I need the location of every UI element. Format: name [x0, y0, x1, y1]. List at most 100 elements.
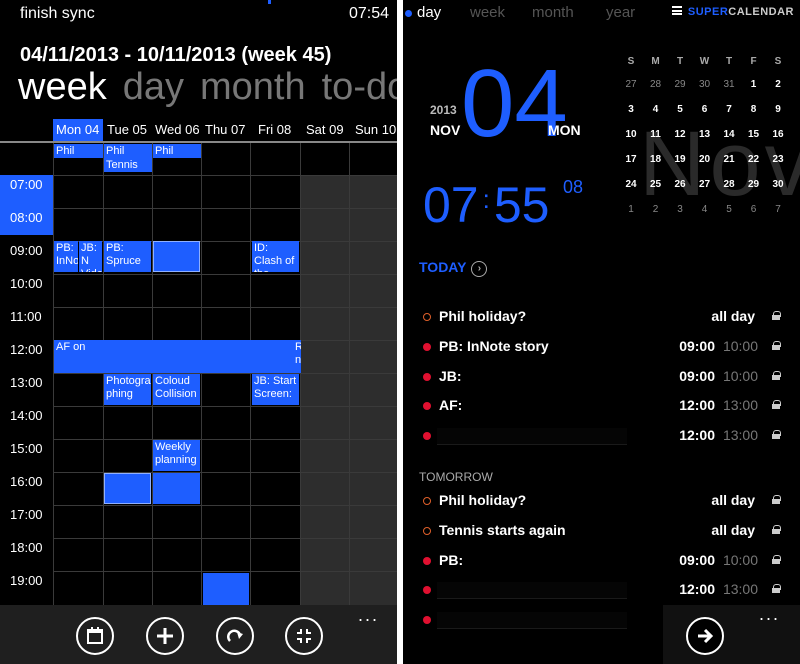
event-block[interactable]	[203, 573, 249, 605]
mini-calendar-day[interactable]: 7	[766, 200, 790, 220]
next-day-button[interactable]	[686, 617, 724, 655]
allday-ring-icon	[423, 526, 431, 535]
refresh-button[interactable]	[216, 617, 254, 655]
mini-calendar[interactable]: Nov S M T W T F S 27 28 29 30 31 1 2 3 4 5 6 7 8 9 10 11 12 13 14…	[619, 52, 800, 222]
agenda-item[interactable]: Phil holiday? all day	[403, 306, 800, 328]
hour-label: 15:00	[10, 441, 43, 456]
today-header[interactable]: TODAY ›	[419, 259, 488, 277]
fit-button[interactable]	[285, 617, 323, 655]
event-block[interactable]: Photogra phing	[104, 374, 151, 405]
mini-calendar-day[interactable]: 21	[717, 150, 741, 170]
mini-calendar-day[interactable]: 6	[742, 200, 766, 220]
lock-icon	[772, 554, 781, 564]
mini-calendar-day[interactable]: 1	[619, 200, 643, 220]
event-dot-icon	[423, 432, 431, 440]
mini-calendar-day[interactable]: 30	[693, 75, 717, 95]
mini-calendar-day[interactable]: 5	[668, 100, 692, 120]
event-block-right[interactable]: R n	[293, 340, 301, 373]
mini-calendar-day[interactable]: 27	[693, 175, 717, 195]
event-block[interactable]: JB: Start Screen:	[252, 374, 299, 405]
event-block[interactable]: PB: InNo	[54, 241, 78, 272]
day-header-thu[interactable]: Thu 07	[202, 119, 250, 141]
pivot-day[interactable]: day	[123, 66, 184, 108]
mini-calendar-weekday: T	[676, 56, 684, 67]
mini-calendar-weekday: M	[651, 56, 660, 67]
more-options[interactable]: ...	[759, 604, 780, 625]
mini-calendar-day[interactable]: 14	[717, 125, 741, 145]
mini-calendar-day[interactable]: 18	[644, 150, 668, 170]
mini-calendar-day[interactable]: 29	[742, 175, 766, 195]
event-block[interactable]: JB: N Vide	[79, 241, 102, 272]
pivot-year[interactable]: year	[606, 4, 635, 21]
mini-calendar-day[interactable]: 16	[766, 125, 790, 145]
mini-calendar-day[interactable]: 10	[619, 125, 643, 145]
day-header-tue[interactable]: Tue 05	[104, 119, 152, 141]
mini-calendar-day[interactable]: 30	[766, 175, 790, 195]
event-block[interactable]: ID: Clash of the	[252, 241, 299, 272]
mini-calendar-day[interactable]: 26	[668, 175, 692, 195]
mini-calendar-day[interactable]: 19	[668, 150, 692, 170]
pivot-month[interactable]: month	[532, 4, 574, 21]
mini-calendar-day[interactable]: 13	[693, 125, 717, 145]
pivot-month[interactable]: month	[200, 66, 306, 108]
agenda-end-time: 13:00	[722, 427, 758, 443]
grid-line	[53, 571, 397, 572]
mini-calendar-day[interactable]: 27	[619, 75, 643, 95]
day-header-mon[interactable]: Mon 04	[53, 119, 103, 141]
clock-seconds: 08	[563, 177, 584, 197]
mini-calendar-day[interactable]: 29	[668, 75, 692, 95]
agenda-item[interactable]: AF: 12:00 13:00	[403, 395, 800, 417]
add-button[interactable]	[146, 617, 184, 655]
app-brand[interactable]: SUPERCALENDAR	[671, 6, 794, 18]
mini-calendar-day[interactable]: 15	[742, 125, 766, 145]
mini-calendar-day[interactable]: 7	[717, 100, 741, 120]
day-header-sat[interactable]: Sat 09	[303, 119, 351, 141]
mini-calendar-day[interactable]: 24	[619, 175, 643, 195]
mini-calendar-day[interactable]: 28	[717, 175, 741, 195]
event-block-af[interactable]: AF on	[54, 340, 299, 373]
mini-calendar-day[interactable]: 9	[766, 100, 790, 120]
mini-calendar-day[interactable]: 25	[644, 175, 668, 195]
mini-calendar-day[interactable]: 28	[644, 75, 668, 95]
pivot-day[interactable]: day	[417, 4, 441, 21]
event-block[interactable]: PB: Spruce	[104, 241, 151, 272]
today-button[interactable]	[76, 617, 114, 655]
mini-calendar-day[interactable]: 11	[644, 125, 668, 145]
mini-calendar-day[interactable]: 17	[619, 150, 643, 170]
event-block[interactable]	[104, 473, 151, 504]
agenda-item[interactable]: 12:00 13:00	[403, 425, 800, 447]
agenda-item[interactable]: PB: InNote story 09:00 10:00	[403, 336, 800, 358]
day-header-sun[interactable]: Sun 10	[352, 119, 397, 141]
agenda-item[interactable]: PB: 09:00 10:00	[403, 550, 800, 572]
more-options[interactable]: ...	[358, 605, 379, 626]
mini-calendar-today[interactable]: 4	[644, 100, 668, 120]
mini-calendar-day[interactable]: 31	[717, 75, 741, 95]
pivot-todo[interactable]: to-do	[322, 66, 397, 108]
pivot-week[interactable]: week	[470, 4, 505, 21]
mini-calendar-day[interactable]: 20	[693, 150, 717, 170]
mini-calendar-day[interactable]: 23	[766, 150, 790, 170]
day-header-fri[interactable]: Fri 08	[255, 119, 301, 141]
day-header-wed[interactable]: Wed 06	[152, 119, 201, 141]
event-block[interactable]	[153, 473, 200, 504]
week-grid[interactable]: 07:00 08:00 09:00 10:00 11:00 12:00 13:0…	[0, 143, 397, 605]
mini-calendar-day[interactable]: 5	[717, 200, 741, 220]
agenda-item[interactable]: 12:00 13:00	[403, 579, 800, 601]
mini-calendar-day[interactable]: 12	[668, 125, 692, 145]
agenda-item[interactable]: Tennis starts again all day	[403, 520, 800, 542]
mini-calendar-day[interactable]: 4	[693, 200, 717, 220]
mini-calendar-day[interactable]: 3	[668, 200, 692, 220]
mini-calendar-day[interactable]: 3	[619, 100, 643, 120]
pivot-week[interactable]: week	[18, 66, 107, 108]
agenda-item[interactable]: JB: 09:00 10:00	[403, 366, 800, 388]
agenda-item[interactable]: Phil holiday? all day	[403, 490, 800, 512]
event-block[interactable]	[153, 241, 200, 272]
mini-calendar-day[interactable]: 22	[742, 150, 766, 170]
mini-calendar-day[interactable]: 8	[742, 100, 766, 120]
mini-calendar-day[interactable]: 2	[644, 200, 668, 220]
mini-calendar-day[interactable]: 1	[742, 75, 766, 95]
event-block[interactable]: Coloud Collision	[153, 374, 200, 405]
event-block[interactable]: Weekly planning	[153, 440, 200, 471]
mini-calendar-day[interactable]: 2	[766, 75, 790, 95]
mini-calendar-day[interactable]: 6	[693, 100, 717, 120]
